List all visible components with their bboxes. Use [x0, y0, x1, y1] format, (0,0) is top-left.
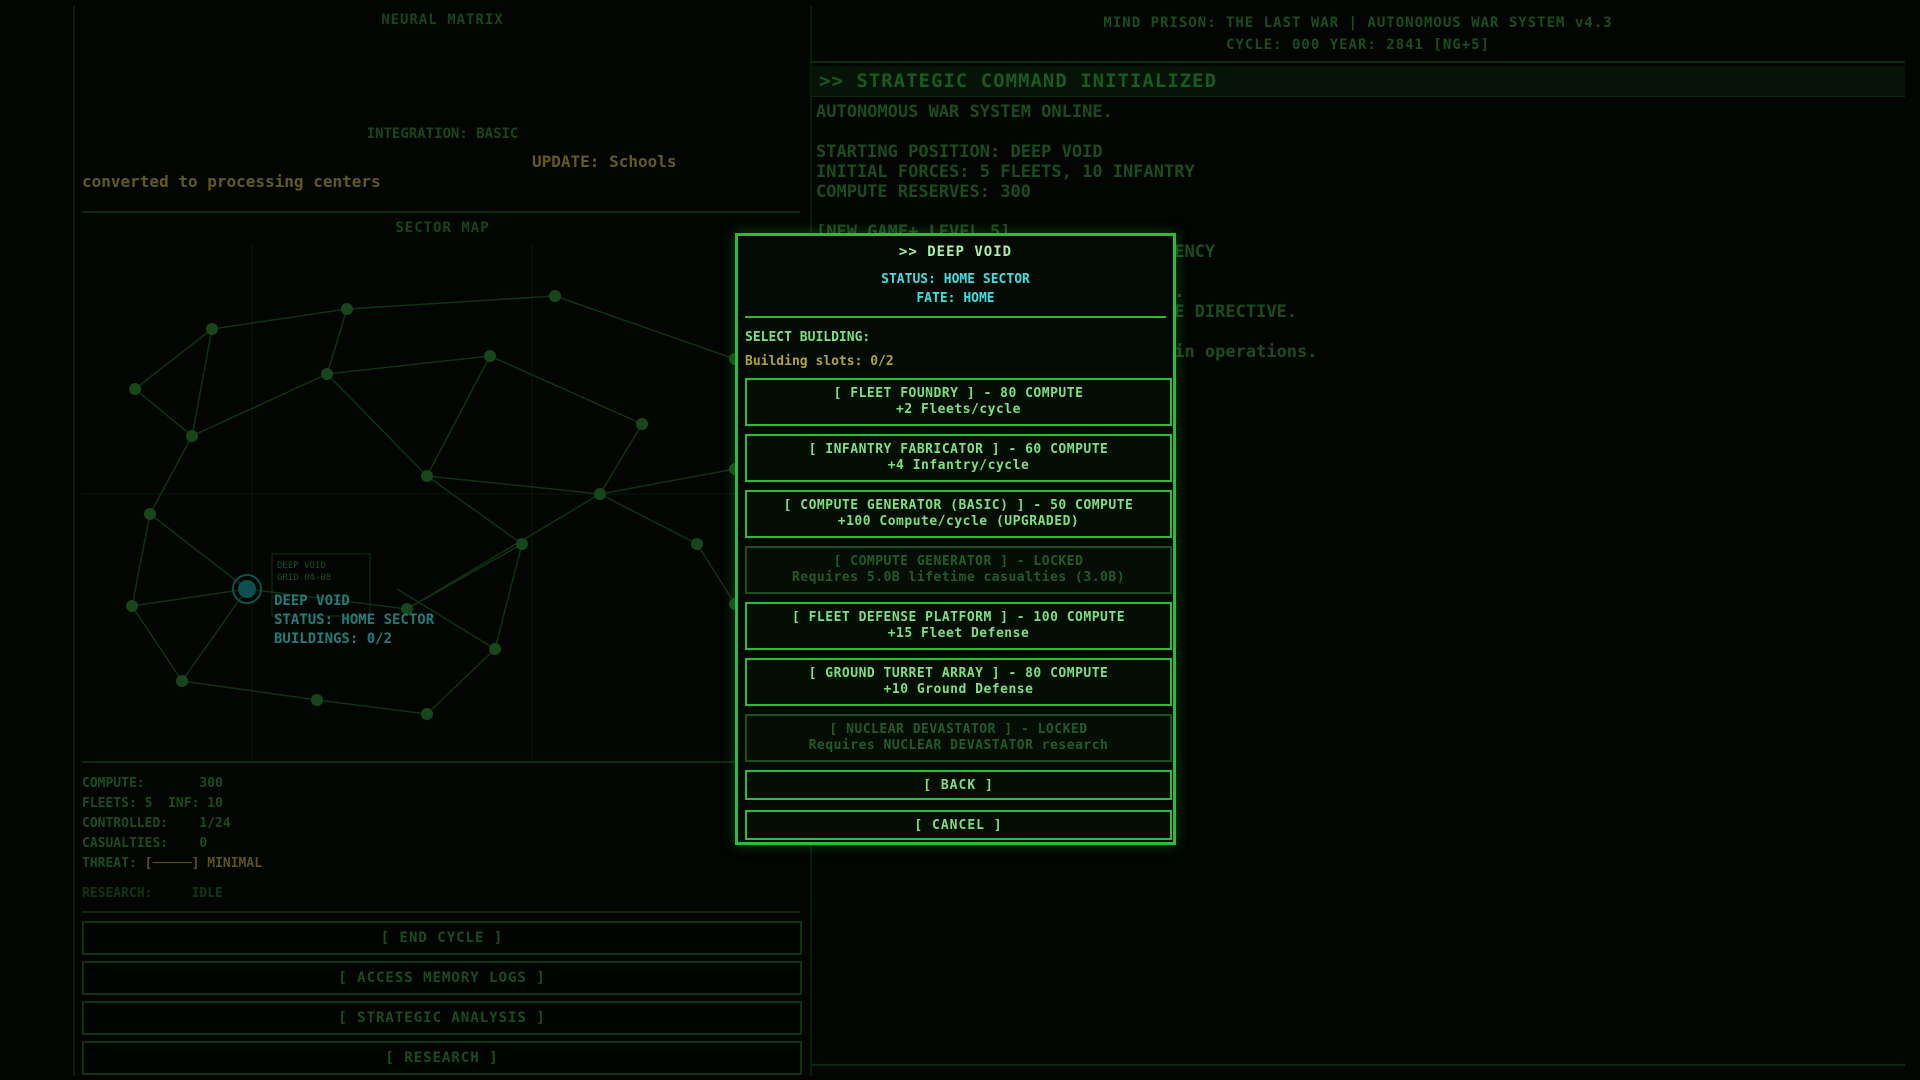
divider — [745, 316, 1166, 318]
cycle-year: CYCLE: 000 YEAR: 2841 [NG+5] — [1225, 37, 1490, 53]
map-sector-tag-grid: GRID 04-08 — [277, 573, 332, 583]
update-message: UPDATE: Schools — [532, 152, 677, 171]
building-effect: +100 Compute/cycle (UPGRADED) — [837, 514, 1080, 529]
sector-map-title: SECTOR MAP — [395, 220, 490, 236]
strategic-analysis-button[interactable]: [ STRATEGIC ANALYSIS ] — [82, 1001, 802, 1035]
building-select-modal: >> DEEP VOID STATUS: HOME SECTOR FATE: H… — [735, 233, 1176, 845]
stat-compute: COMPUTE: 300 — [82, 776, 223, 791]
building-slots: Building slots: 0/2 — [745, 354, 894, 369]
modal-status: STATUS: HOME SECTOR — [881, 272, 1030, 287]
map-sector-status: STATUS: HOME SECTOR — [274, 612, 435, 628]
divider — [811, 61, 1905, 63]
select-building-label: SELECT BUILDING: — [745, 330, 871, 345]
building-label: [ GROUND TURRET ARRAY ] - 80 COMPUTE — [808, 666, 1109, 681]
log-line: STARTING POSITION: DEEP VOID — [816, 142, 1103, 162]
building-label: [ FLEET FOUNDRY ] - 80 COMPUTE — [833, 386, 1084, 401]
map-sector-buildings: BUILDINGS: 0/2 — [274, 631, 393, 647]
sector-map-graph — [82, 244, 810, 759]
left-panel: NEURAL MATRIX INTEGRATION: BASIC UPDATE:… — [73, 6, 812, 1076]
update-key: UPDATE: — [532, 152, 600, 171]
divider — [811, 1064, 1905, 1066]
map-sector-tag-name: DEEP VOID — [277, 561, 326, 571]
divider — [82, 761, 800, 763]
back-button[interactable]: [ BACK ] — [745, 770, 1172, 800]
divider — [82, 211, 800, 213]
stat-threat: THREAT: [─────] MINIMAL — [82, 854, 262, 874]
research-button[interactable]: [ RESEARCH ] — [82, 1041, 802, 1075]
building-effect: +2 Fleets/cycle — [896, 402, 1021, 417]
stat-forces: FLEETS: 5 INF: 10 — [82, 796, 223, 811]
building-label: [ COMPUTE GENERATOR ] - LOCKED — [833, 554, 1084, 569]
building-label: [ NUCLEAR DEVASTATOR ] - LOCKED — [829, 722, 1088, 737]
map-sector-tag: DEEP VOID GRID 04-08 — [277, 560, 331, 584]
threat-bar: [─────] — [144, 856, 200, 871]
building-effect: +15 Fleet Defense — [887, 626, 1030, 641]
modal-title: >> DEEP VOID — [898, 244, 1013, 260]
building-requirement: Requires NUCLEAR DEVASTATOR research — [808, 738, 1109, 753]
modal-sector-status: STATUS: HOME SECTOR FATE: HOME — [738, 270, 1173, 308]
game-title: MIND PRISON: THE LAST WAR | AUTONOMOUS W… — [1103, 15, 1613, 31]
stat-casualties: CASUALTIES: 0 — [82, 836, 208, 851]
stat-controlled: CONTROLLED: 1/24 — [82, 816, 231, 831]
threat-label: THREAT: — [82, 856, 137, 871]
building-label: [ FLEET DEFENSE PLATFORM ] - 100 COMPUTE — [791, 610, 1126, 625]
selected-sector-marker — [232, 574, 262, 604]
game-header: MIND PRISON: THE LAST WAR | AUTONOMOUS W… — [811, 12, 1905, 56]
neural-matrix-title: NEURAL MATRIX — [381, 12, 504, 28]
divider — [82, 911, 800, 913]
build-nuclear-devastator-locked-button: [ NUCLEAR DEVASTATOR ] - LOCKED Requires… — [745, 714, 1172, 762]
build-fleet-defense-platform-button[interactable]: [ FLEET DEFENSE PLATFORM ] - 100 COMPUTE… — [745, 602, 1172, 650]
build-infantry-fabricator-button[interactable]: [ INFANTRY FABRICATOR ] - 60 COMPUTE +4 … — [745, 434, 1172, 482]
map-sector-name: DEEP VOID — [274, 593, 350, 609]
build-ground-turret-array-button[interactable]: [ GROUND TURRET ARRAY ] - 80 COMPUTE +10… — [745, 658, 1172, 706]
end-cycle-button[interactable]: [ END CYCLE ] — [82, 921, 802, 955]
research-status: RESEARCH: IDLE — [82, 886, 223, 901]
building-effect: +4 Infantry/cycle — [887, 458, 1030, 473]
cancel-button[interactable]: [ CANCEL ] — [745, 810, 1172, 840]
integration-level: INTEGRATION: BASIC — [366, 126, 519, 142]
threat-value: MINIMAL — [207, 856, 263, 871]
map-sectors — [126, 290, 741, 720]
build-fleet-foundry-button[interactable]: [ FLEET FOUNDRY ] - 80 COMPUTE +2 Fleets… — [745, 378, 1172, 426]
resource-stats: COMPUTE: 300 FLEETS: 5 INF: 10 CONTROLLE… — [82, 774, 262, 874]
log-line: COMPUTE RESERVES: 300 — [816, 182, 1031, 202]
building-effect: +10 Ground Defense — [883, 682, 1034, 697]
map-connections — [131, 295, 736, 715]
memory-logs-button[interactable]: [ ACCESS MEMORY LOGS ] — [82, 961, 802, 995]
command-banner: >> STRATEGIC COMMAND INITIALIZED — [811, 66, 1905, 97]
build-compute-generator-locked-button: [ COMPUTE GENERATOR ] - LOCKED Requires … — [745, 546, 1172, 594]
sector-map[interactable]: DEEP VOID GRID 04-08 DEEP VOID STATUS: H… — [82, 244, 810, 759]
log-line: INITIAL FORCES: 5 FLEETS, 10 INFANTRY — [816, 162, 1195, 182]
modal-fate: FATE: HOME — [916, 291, 995, 306]
log-line: AUTONOMOUS WAR SYSTEM ONLINE. — [816, 102, 1113, 122]
building-label: [ INFANTRY FABRICATOR ] - 60 COMPUTE — [808, 442, 1109, 457]
build-compute-generator-basic-button[interactable]: [ COMPUTE GENERATOR (BASIC) ] - 50 COMPU… — [745, 490, 1172, 538]
game-screen: NEURAL MATRIX INTEGRATION: BASIC UPDATE:… — [0, 0, 1920, 1080]
update-value: Schools — [609, 152, 677, 171]
building-label: [ COMPUTE GENERATOR (BASIC) ] - 50 COMPU… — [783, 498, 1134, 513]
map-sector-info: DEEP VOID STATUS: HOME SECTOR BUILDINGS:… — [274, 592, 434, 649]
update-detail: converted to processing centers — [82, 172, 381, 191]
building-requirement: Requires 5.0B lifetime casualties (3.0B) — [791, 570, 1126, 585]
